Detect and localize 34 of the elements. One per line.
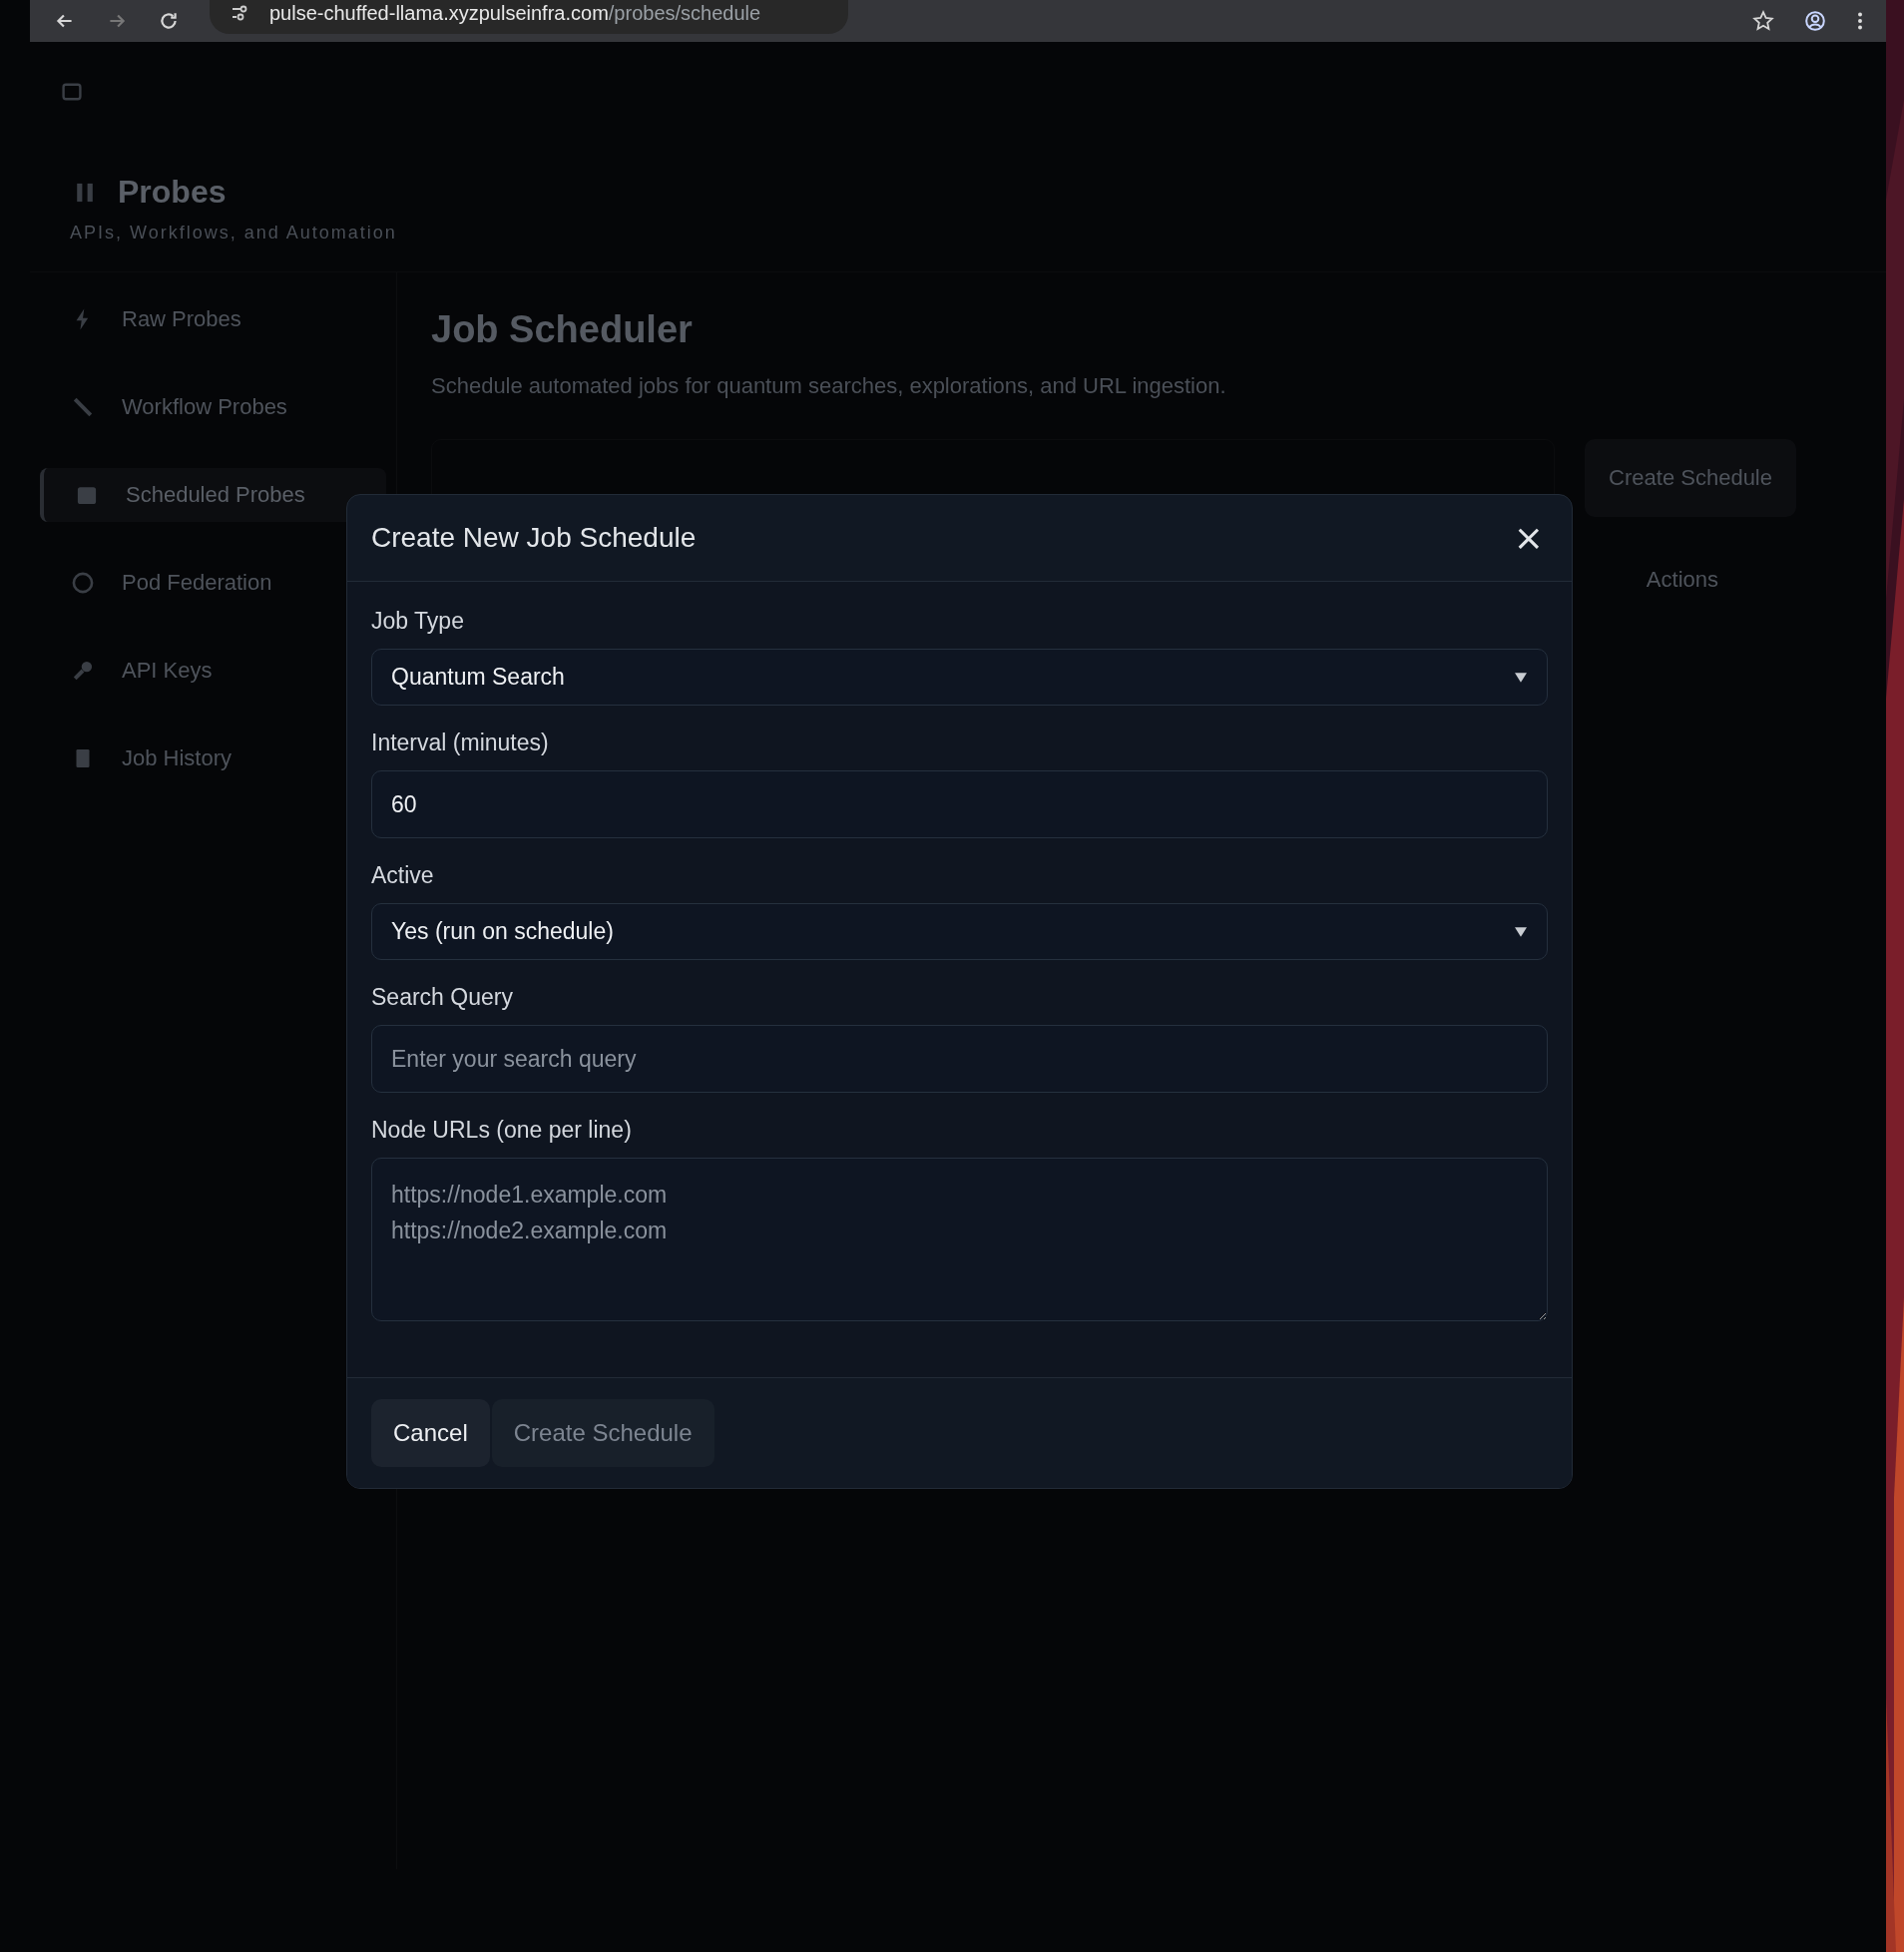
- select-field[interactable]: Quantum Search: [371, 649, 1548, 706]
- profile-icon[interactable]: [1804, 10, 1826, 32]
- field-label: Active: [371, 862, 435, 889]
- url-path: /probes/schedule: [608, 1, 761, 25]
- dialog-title: Create New Job Schedule: [371, 522, 697, 554]
- field-label: Node URLs (one per line): [371, 1117, 633, 1144]
- star-icon[interactable]: [1752, 10, 1774, 32]
- menu-icon[interactable]: [1856, 10, 1864, 32]
- sidebar-item[interactable]: Workflow Probes: [40, 380, 386, 434]
- sidebar-item[interactable]: Pod Federation: [40, 556, 386, 610]
- field-label: Job Type: [371, 608, 465, 635]
- create-schedule-button[interactable]: Create Schedule: [1585, 439, 1796, 517]
- close-button[interactable]: ×: [1509, 520, 1548, 556]
- cancel-button[interactable]: Cancel: [371, 1399, 490, 1467]
- reload-icon[interactable]: [158, 10, 180, 32]
- sidebar-subtitle: APIs, Workflows, and Automation: [70, 223, 398, 244]
- select-field[interactable]: Yes (run on schedule): [371, 903, 1548, 960]
- sidebar-item[interactable]: Raw Probes: [40, 292, 386, 346]
- input-field[interactable]: 60: [371, 770, 1548, 838]
- field-label: Interval (minutes): [371, 730, 550, 756]
- caret-icon: [1515, 672, 1527, 683]
- site-settings-icon[interactable]: [230, 3, 249, 23]
- caret-icon: [1515, 926, 1527, 937]
- page-subtitle: Schedule automated jobs for quantum searches, explorations, and URL ingestion.: [431, 373, 1227, 399]
- sidebar-title: Probes: [118, 174, 227, 211]
- input-field[interactable]: Enter your search query: [371, 1025, 1548, 1093]
- url-host: pulse-chuffed-llama.xyzpulseinfra.com: [269, 1, 609, 25]
- sidebar-item[interactable]: Scheduled Probes: [40, 468, 386, 522]
- column-header: Actions: [1645, 567, 1719, 593]
- page-title: Job Scheduler: [431, 308, 694, 351]
- address-bar[interactable]: pulse-chuffed-llama.xyzpulseinfra.com/probes/schedule: [210, 0, 848, 34]
- field-label: Search Query: [371, 984, 514, 1011]
- text-area[interactable]: https://node1.example.com https://node2.example.com: [371, 1158, 1548, 1321]
- globe-icon: [70, 570, 96, 596]
